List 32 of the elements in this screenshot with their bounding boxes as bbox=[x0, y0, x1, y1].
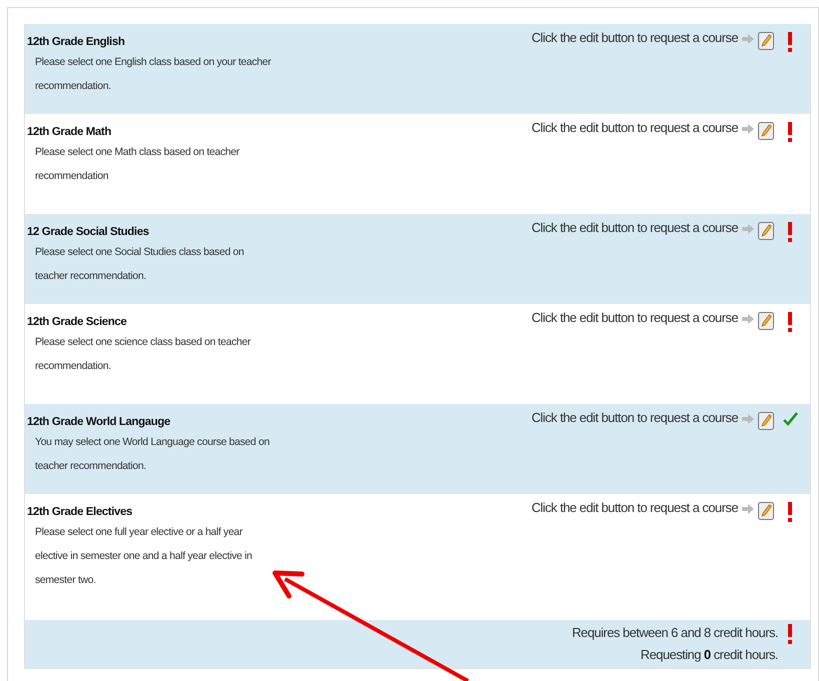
requirement-description: Please select one science class based on teacher recommendation. bbox=[34, 335, 252, 374]
arrow-icon bbox=[742, 314, 754, 324]
edit-button[interactable] bbox=[758, 412, 774, 430]
edit-button[interactable] bbox=[758, 222, 774, 240]
requirement-description: Please select one full year elective or a half year elective in semester one and a half year elective in semester two. bbox=[34, 525, 254, 588]
arrow-icon bbox=[742, 224, 754, 234]
requirement-title: 12th Grade Science bbox=[27, 315, 128, 330]
edit-button[interactable] bbox=[758, 32, 774, 50]
edit-button[interactable] bbox=[758, 312, 774, 330]
requirement-description: You may select one World Language course based on teacher recommendation. bbox=[34, 435, 270, 474]
edit-prompt: Click the edit button to request a course bbox=[531, 500, 738, 515]
edit-prompt: Click the edit button to request a course bbox=[531, 410, 738, 425]
requirement-title: 12 Grade Social Studies bbox=[27, 225, 150, 240]
edit-button[interactable] bbox=[758, 122, 774, 140]
edit-button[interactable] bbox=[758, 502, 774, 520]
edit-prompt: Click the edit button to request a course bbox=[531, 30, 738, 45]
edit-prompt: Click the edit button to request a course bbox=[531, 310, 738, 325]
requirement-title: 12th Grade Math bbox=[27, 125, 112, 140]
arrow-icon bbox=[742, 34, 754, 44]
credit-requesting: Requesting 0 credit hours. bbox=[640, 646, 778, 664]
requirement-title: 12th Grade Electives bbox=[27, 505, 134, 520]
edit-prompt: Click the edit button to request a course bbox=[531, 120, 738, 135]
requirement-description: Please select one English class based on your teacher recommendation. bbox=[34, 55, 272, 94]
requirement-description: Please select one Math class based on teacher recommendation bbox=[34, 145, 240, 184]
requirement-title: 12th Grade World Langauge bbox=[27, 415, 172, 430]
arrow-icon bbox=[742, 504, 754, 514]
arrow-icon bbox=[742, 124, 754, 134]
arrow-icon bbox=[742, 414, 754, 424]
edit-prompt: Click the edit button to request a course bbox=[531, 220, 738, 235]
credit-requirement: Requires between 6 and 8 credit hours. bbox=[572, 624, 778, 642]
requirement-description: Please select one Social Studies class based on teacher recommendation. bbox=[34, 245, 245, 284]
requirement-title: 12th Grade English bbox=[27, 35, 126, 50]
